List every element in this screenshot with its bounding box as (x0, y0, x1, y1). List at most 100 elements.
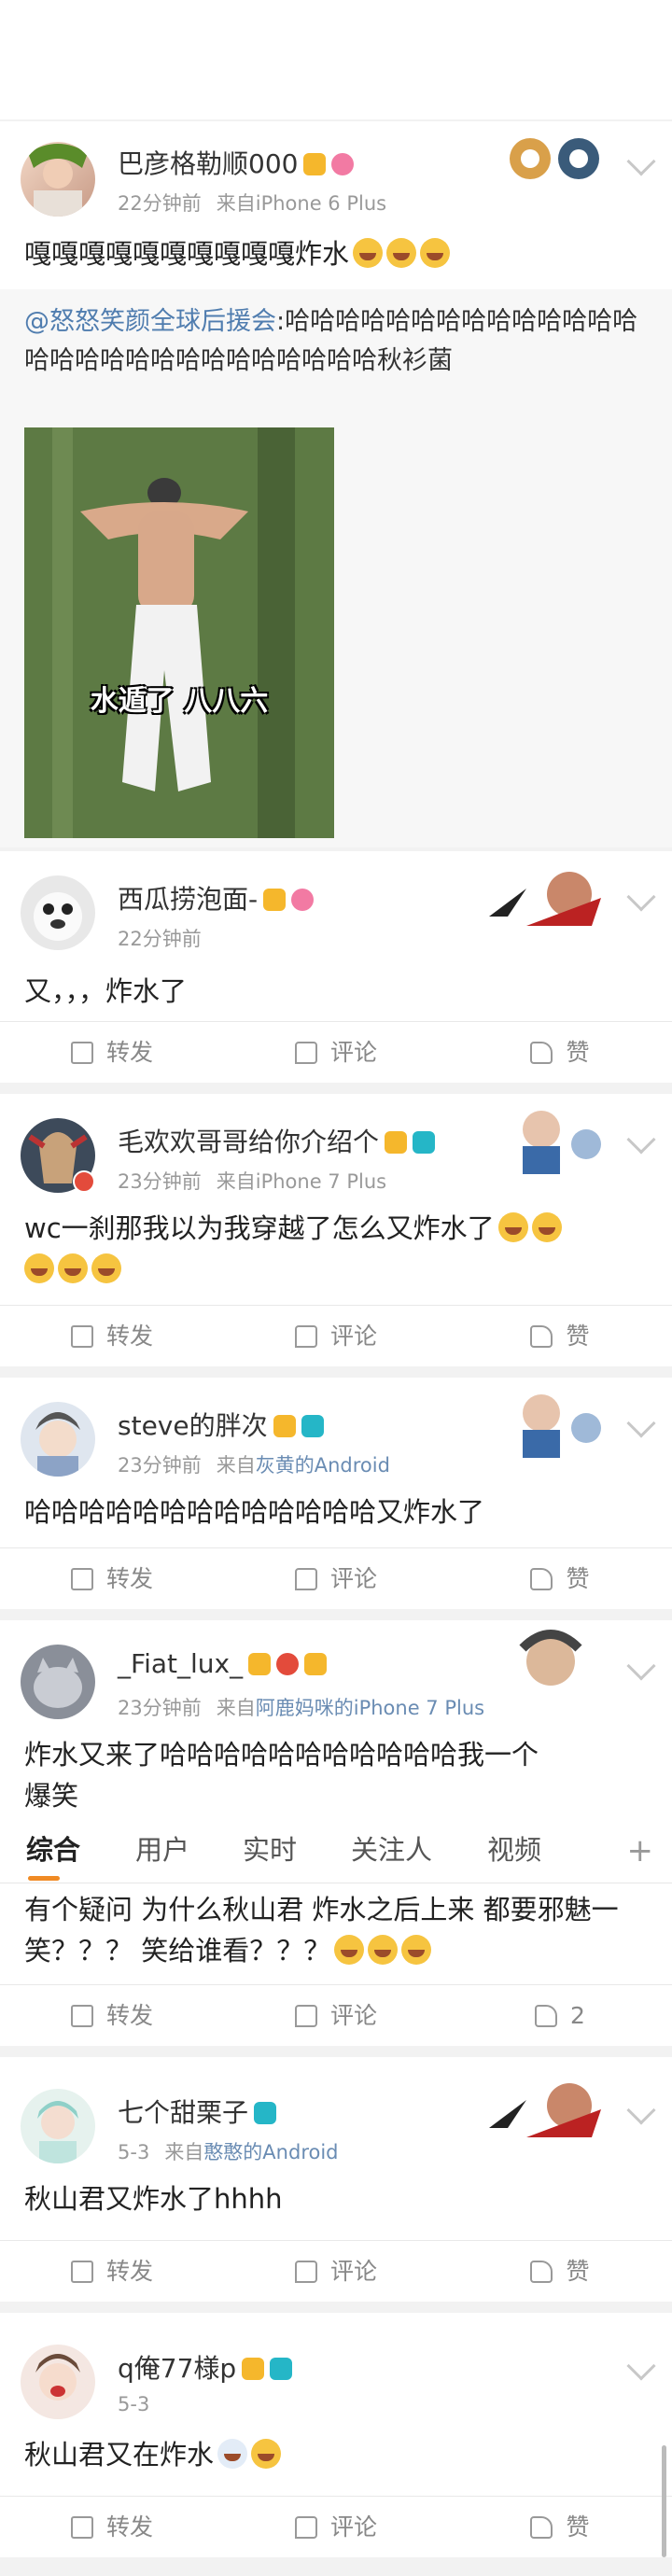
post-meta: 23分钟前 来自阿鹿妈咪的iPhone 7 Plus (118, 1697, 485, 1719)
comment-button[interactable]: 评论 (224, 1548, 448, 1610)
post-card: 西瓜捞泡面- 22分钟前 又，，，炸水了 转发 评论 赞 (0, 851, 672, 1083)
vip-badge-icon (248, 1653, 272, 1675)
heart-badge-icon (331, 153, 355, 175)
decoration-avatar-icon (489, 2083, 601, 2137)
chevron-down-icon[interactable] (626, 147, 656, 176)
username[interactable]: 西瓜捞泡面- (118, 879, 315, 917)
status-area (0, 0, 672, 119)
username[interactable]: 巴彦格勒顺000 (118, 144, 355, 181)
comment-button[interactable]: 评论 (224, 1985, 448, 2047)
vip-badge-icon (242, 2358, 265, 2380)
verified-badge-icon (73, 1170, 95, 1193)
active-tab-indicator (28, 1876, 60, 1881)
avatar[interactable] (21, 875, 95, 950)
post-image[interactable]: 水遁了 八八六 (24, 427, 334, 838)
decoration-avatar-icon (523, 1394, 601, 1458)
like-button[interactable]: 赞 (448, 1306, 672, 1367)
repost-button[interactable]: 转发 (0, 2241, 224, 2303)
post-card: 七个甜栗子 5-3 来自憨憨的Android 秋山君又炸水了hhhh 转发 评论 … (0, 2057, 672, 2302)
username[interactable]: steve的胖次 (118, 1406, 324, 1443)
quoted-post[interactable]: @怒怒笑颜全球后援会:哈哈哈哈哈哈哈哈哈哈哈哈哈哈哈哈哈哈哈哈哈哈哈哈哈哈哈哈秋… (0, 289, 672, 847)
action-bar: 转发 评论 赞 (0, 1305, 672, 1366)
post-card: 有个疑问 为什么秋山君 炸水之后上来 都要邪魅一 笑？？？ 笑给谁看？？？ 转发 … (0, 1883, 672, 2046)
chevron-down-icon[interactable] (626, 2351, 656, 2381)
post-meta: 5-3 来自憨憨的Android (118, 2141, 339, 2163)
thumbs-up-icon (530, 1568, 553, 1590)
tab-video[interactable]: 视频 (487, 1820, 541, 1883)
chevron-down-icon[interactable] (626, 1651, 656, 1681)
comment-icon (294, 1042, 317, 1064)
add-tab-icon[interactable]: + (627, 1835, 654, 1867)
comment-button[interactable]: 评论 (224, 1022, 448, 1084)
username[interactable]: _Fiat_lux_ (118, 1648, 328, 1679)
repost-icon (70, 2261, 93, 2283)
username[interactable]: 毛欢欢哥哥给你介绍个 (118, 1122, 436, 1159)
repost-button[interactable]: 转发 (0, 2497, 224, 2558)
mention-link[interactable]: @怒怒笑颜全球后援会 (24, 307, 276, 336)
thumbs-up-icon (535, 2005, 558, 2027)
post-content: 哈哈哈哈哈哈哈哈哈哈哈哈哈又炸水了 (24, 1496, 485, 1528)
action-bar: 转发 评论 2 (0, 1984, 672, 2046)
like-button[interactable]: 赞 (448, 2497, 672, 2558)
tab-following[interactable]: 关注人 (351, 1820, 432, 1883)
post-card: 毛欢欢哥哥给你介绍个 23分钟前 来自iPhone 7 Plus wc一刹那我以为… (0, 1094, 672, 1366)
flying-man-image (24, 427, 334, 838)
laugh-emoji-icon (334, 1935, 365, 1965)
comment-button[interactable]: 评论 (224, 2241, 448, 2303)
tab-realtime[interactable]: 实时 (243, 1820, 297, 1883)
star-badge-icon (276, 1653, 300, 1675)
post-content: 有个疑问 为什么秋山君 炸水之后上来 都要邪魅一 笑？？？ 笑给谁看？？？ (24, 1894, 619, 1967)
repost-button[interactable]: 转发 (0, 1548, 224, 1610)
repost-button[interactable]: 转发 (0, 1306, 224, 1367)
cat-badge-icon (304, 1653, 328, 1675)
post-meta: 23分钟前 来自灰黄的Android (118, 1454, 390, 1477)
device-source: iPhone 6 Plus (255, 192, 387, 215)
thumbs-up-icon (530, 2261, 553, 2283)
like-button[interactable]: 赞 (448, 1022, 672, 1084)
post-meta: 23分钟前 来自iPhone 7 Plus (118, 1170, 387, 1193)
avatar[interactable] (21, 1645, 95, 1719)
username[interactable]: 七个甜栗子 (118, 2093, 277, 2130)
camera-badge-icon (301, 1415, 324, 1437)
username[interactable]: q俺77様p (118, 2348, 293, 2386)
post-content: 秋山君又炸水了hhhh (24, 2183, 283, 2215)
vip-badge-icon (385, 1131, 408, 1154)
tab-comprehensive[interactable]: 综合 (26, 1820, 80, 1883)
avatar[interactable] (21, 2345, 95, 2419)
like-count: 2 (570, 2002, 585, 2029)
avatar[interactable] (21, 142, 95, 217)
avatar[interactable] (21, 1402, 95, 1477)
action-bar: 转发 评论 赞 (0, 1021, 672, 1083)
like-button[interactable]: 2 (448, 1985, 672, 2047)
repost-button[interactable]: 转发 (0, 1022, 224, 1084)
vip-badge-icon (263, 889, 287, 911)
chevron-down-icon[interactable] (626, 1125, 656, 1155)
comment-button[interactable]: 评论 (224, 1306, 448, 1367)
like-button[interactable]: 赞 (448, 2241, 672, 2303)
post-card: _Fiat_lux_ 23分钟前 来自阿鹿妈咪的iPhone 7 Plus 炸水又… (0, 1620, 672, 1820)
thumbs-up-icon (530, 2516, 553, 2539)
post-meta: 22分钟前 来自iPhone 6 Plus (118, 192, 387, 215)
post-meta: 22分钟前 (118, 928, 202, 950)
laugh-emoji-icon (401, 1935, 432, 1965)
like-button[interactable]: 赞 (448, 1548, 672, 1610)
post-time: 22分钟前 (118, 192, 202, 215)
action-bar: 转发 评论 赞 (0, 2496, 672, 2557)
chevron-down-icon[interactable] (626, 2095, 656, 2125)
chevron-down-icon[interactable] (626, 882, 656, 912)
decoration-avatar-icon (489, 872, 601, 926)
tab-users[interactable]: 用户 (135, 1820, 189, 1883)
post-content: 炸水又来了哈哈哈哈哈哈哈哈哈哈哈我一个 爆笑 (24, 1739, 539, 1812)
chevron-down-icon[interactable] (626, 1408, 656, 1438)
vip-badge-icon (273, 1415, 296, 1437)
avatar[interactable] (21, 2089, 95, 2163)
laugh-emoji-icon (368, 1935, 399, 1965)
comment-button[interactable]: 评论 (224, 2497, 448, 2558)
comment-icon (294, 1568, 317, 1590)
decoration-avatar-icon (523, 1111, 601, 1174)
laugh-emoji-icon (386, 238, 417, 268)
repost-icon (70, 1568, 93, 1590)
repost-button[interactable]: 转发 (0, 1985, 224, 2047)
laugh-emoji-icon (497, 1212, 528, 1242)
scrollbar[interactable] (662, 2445, 666, 2557)
